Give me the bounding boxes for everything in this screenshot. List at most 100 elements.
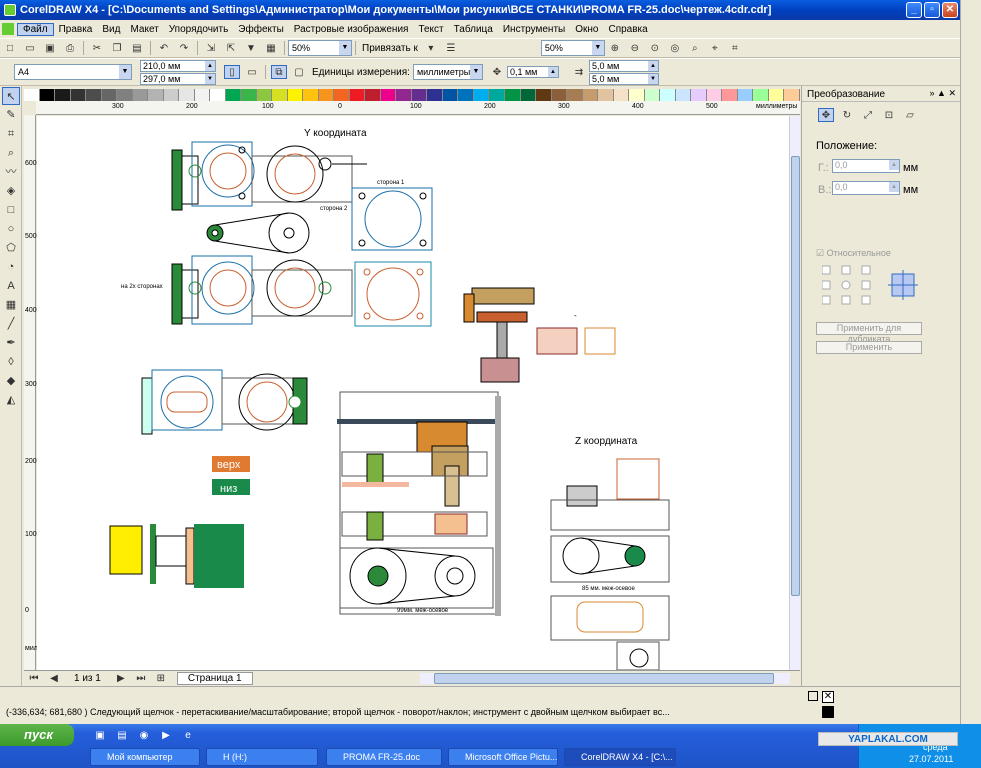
start-button[interactable]: пуск: [0, 724, 74, 746]
palette-swatch[interactable]: [380, 89, 397, 101]
palette-swatch[interactable]: [396, 89, 412, 101]
launcher-icon[interactable]: ▼: [243, 41, 259, 55]
palette-swatch[interactable]: [489, 89, 505, 101]
export-icon[interactable]: ⇱: [223, 41, 239, 55]
pick-tool-icon[interactable]: ↖: [2, 87, 20, 105]
relative-checkbox[interactable]: ☑ Относительное: [816, 248, 891, 259]
palette-swatch[interactable]: [504, 89, 521, 101]
anchor-grid[interactable]: [821, 264, 872, 308]
ellipse-tool-icon[interactable]: ○: [2, 220, 20, 238]
horizontal-scrollbar[interactable]: [420, 673, 790, 684]
zoom-level-combo[interactable]: 50% ▼: [288, 40, 352, 56]
zoom-width-icon[interactable]: ⌖: [707, 41, 723, 55]
options-icon[interactable]: ☰: [443, 41, 459, 55]
palette-swatch[interactable]: [334, 89, 350, 101]
palette-swatch[interactable]: [86, 89, 102, 101]
palette-swatch[interactable]: [179, 89, 195, 101]
basic-shapes-icon[interactable]: ◔: [2, 258, 20, 276]
palette-swatch[interactable]: [318, 89, 335, 101]
zoom-height-icon[interactable]: ⌗: [727, 41, 743, 55]
palette-swatch[interactable]: [753, 89, 769, 101]
table-tool-icon[interactable]: ▦: [2, 296, 20, 314]
close-button[interactable]: ✕: [942, 2, 958, 18]
zoom-all-icon[interactable]: ◎: [667, 41, 683, 55]
maximize-button[interactable]: ▫: [924, 2, 940, 18]
desktop-icon[interactable]: ▤: [114, 728, 130, 742]
open-icon[interactable]: ▭: [22, 41, 38, 55]
palette-swatch[interactable]: [768, 89, 785, 101]
crop-tool-icon[interactable]: ⌗: [2, 125, 20, 143]
current-page-icon[interactable]: ▢: [291, 65, 307, 79]
zoom-out-icon[interactable]: ⊖: [627, 41, 643, 55]
landscape-icon[interactable]: ▭: [244, 65, 260, 79]
palette-swatch[interactable]: [473, 89, 490, 101]
duplicate-y-field[interactable]: 5,0 мм ▼: [588, 72, 659, 85]
zoom-level-combo-2[interactable]: 50% ▼: [540, 40, 605, 56]
new-icon[interactable]: □: [2, 41, 18, 55]
palette-swatch[interactable]: [117, 89, 133, 101]
outline-tool-icon[interactable]: ◊: [2, 353, 20, 371]
drawing-canvas[interactable]: Y координата сторона 2 сторона 1 на 2х с…: [37, 116, 789, 670]
palette-swatch[interactable]: [24, 89, 40, 101]
import-icon[interactable]: ⇲: [203, 41, 219, 55]
next-page-icon[interactable]: ▶: [113, 672, 129, 686]
palette-swatch[interactable]: [70, 89, 87, 101]
palette-swatch[interactable]: [784, 89, 800, 101]
palette-swatch[interactable]: [644, 89, 661, 101]
redo-icon[interactable]: ↷: [176, 41, 192, 55]
menu-table[interactable]: Таблица: [449, 24, 498, 35]
fill-swatch-icon[interactable]: [808, 691, 818, 701]
smart-fill-icon[interactable]: ◈: [2, 182, 20, 200]
page-height-field[interactable]: 297,0 мм ▼: [140, 72, 216, 85]
horizontal-scroll-thumb[interactable]: [434, 673, 774, 684]
palette-swatch[interactable]: [582, 89, 599, 101]
zoom-selected-icon[interactable]: ⊙: [647, 41, 663, 55]
task-coreldraw[interactable]: CorelDRAW X4 - [C:\...: [564, 748, 676, 766]
apply-button[interactable]: Применить: [816, 341, 922, 354]
palette-swatch[interactable]: [427, 89, 443, 101]
palette-swatch[interactable]: [225, 89, 242, 101]
paste-icon[interactable]: ▤: [129, 41, 145, 55]
scale-tab-icon[interactable]: ⤢: [860, 108, 876, 122]
menu-file[interactable]: Файл: [17, 22, 54, 36]
palette-swatch[interactable]: [163, 89, 180, 101]
rectangle-tool-icon[interactable]: □: [2, 201, 20, 219]
zoom-page-icon[interactable]: ⌕: [687, 41, 703, 55]
palette-swatch[interactable]: [241, 89, 257, 101]
welcome-icon[interactable]: ▦: [263, 41, 279, 55]
palette-swatch[interactable]: [613, 89, 630, 101]
snap-to-button[interactable]: Привязать к: [362, 43, 418, 54]
shape-tool-icon[interactable]: ✎: [2, 106, 20, 124]
menu-effects[interactable]: Эффекты: [233, 24, 288, 35]
task-office-picture[interactable]: Microsoft Office Pictu...: [448, 748, 558, 766]
palette-swatch[interactable]: [287, 89, 304, 101]
palette-swatch[interactable]: [132, 89, 149, 101]
task-proma-doc[interactable]: PROMA FR-25.doc: [326, 748, 442, 766]
browser-icon[interactable]: ◉: [136, 728, 152, 742]
chevron-down-icon[interactable]: ▾: [423, 41, 439, 55]
no-fill-icon[interactable]: ✕: [822, 691, 834, 703]
polygon-tool-icon[interactable]: ⬠: [2, 239, 20, 257]
palette-swatch[interactable]: [148, 89, 164, 101]
units-combo[interactable]: миллиметры ▼: [412, 64, 483, 80]
portrait-icon[interactable]: ▯: [224, 65, 240, 79]
palette-swatch[interactable]: [520, 89, 537, 101]
position-tab-icon[interactable]: ✥: [818, 108, 834, 122]
palette-swatch[interactable]: [365, 89, 381, 101]
horizontal-ruler[interactable]: 300 200 100 0 100 200 300 400 500 миллим…: [36, 101, 800, 115]
page-width-field[interactable]: 210,0 мм ▲: [140, 59, 216, 72]
rotate-tab-icon[interactable]: ↻: [839, 108, 855, 122]
eyedropper-icon[interactable]: ✒: [2, 334, 20, 352]
palette-swatch[interactable]: [551, 89, 568, 101]
palette-swatch[interactable]: [194, 89, 211, 101]
palette-swatch[interactable]: [629, 89, 645, 101]
palette-swatch[interactable]: [349, 89, 366, 101]
media-icon[interactable]: ▶: [158, 728, 174, 742]
apply-to-duplicate-button[interactable]: Применить для дубликата: [816, 322, 922, 344]
vertical-scroll-thumb[interactable]: [791, 156, 800, 596]
palette-swatch[interactable]: [660, 89, 676, 101]
size-tab-icon[interactable]: ⊡: [881, 108, 897, 122]
nudge-field[interactable]: 0,1 мм ▲: [506, 66, 559, 78]
palette-swatch[interactable]: [272, 89, 288, 101]
palette-swatch[interactable]: [691, 89, 707, 101]
